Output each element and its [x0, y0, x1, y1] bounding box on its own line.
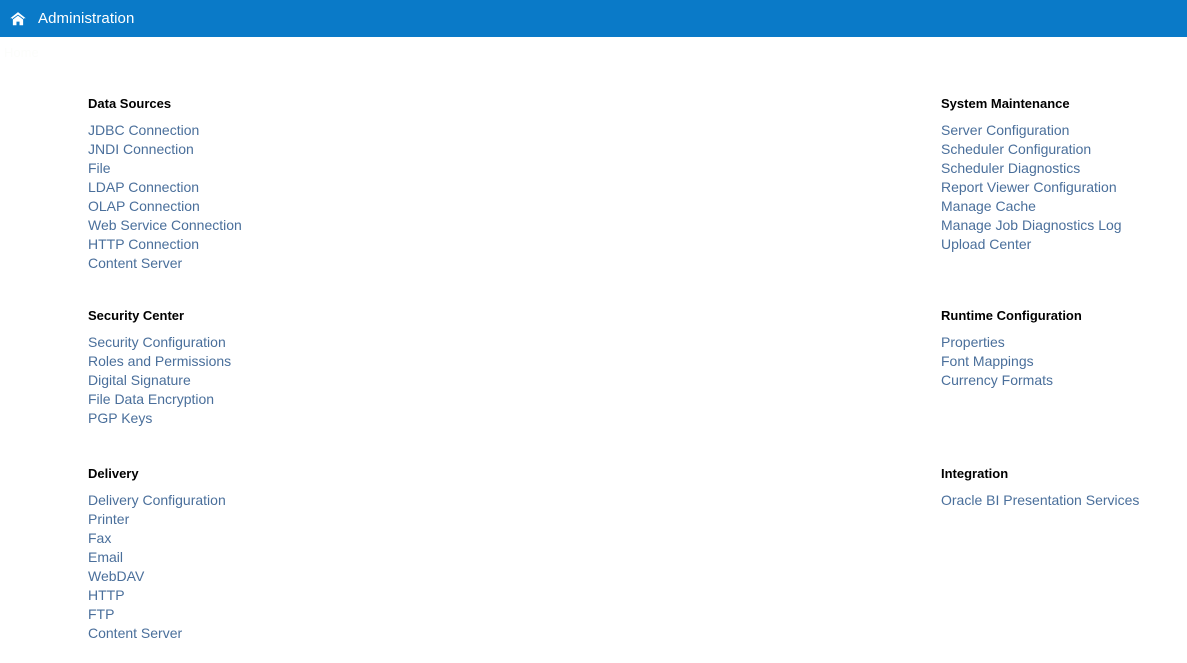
section-system-maintenance: System Maintenance Server Configuration … — [941, 96, 1122, 254]
link-delivery-configuration[interactable]: Delivery Configuration — [88, 491, 226, 509]
list-item: Web Service Connection — [88, 216, 242, 235]
link-ldap-connection[interactable]: LDAP Connection — [88, 178, 199, 196]
link-digital-signature[interactable]: Digital Signature — [88, 371, 191, 389]
list-item: LDAP Connection — [88, 178, 242, 197]
section-heading-system-maintenance: System Maintenance — [941, 96, 1070, 111]
admin-link-grid: Data Sources JDBC Connection JNDI Connec… — [0, 37, 1187, 663]
section-integration: Integration Oracle BI Presentation Servi… — [941, 466, 1139, 510]
link-upload-center[interactable]: Upload Center — [941, 235, 1031, 253]
link-manage-job-diagnostics-log[interactable]: Manage Job Diagnostics Log — [941, 216, 1122, 234]
link-list-runtime-configuration: Properties Font Mappings Currency Format… — [941, 333, 1082, 390]
link-list-delivery: Delivery Configuration Printer Fax Email… — [88, 491, 226, 643]
section-delivery: Delivery Delivery Configuration Printer … — [88, 466, 226, 643]
home-icon[interactable] — [8, 9, 28, 29]
link-content-server[interactable]: Content Server — [88, 254, 182, 272]
link-http-connection[interactable]: HTTP Connection — [88, 235, 199, 253]
link-font-mappings[interactable]: Font Mappings — [941, 352, 1034, 370]
list-item: Delivery Configuration — [88, 491, 226, 510]
list-item: Font Mappings — [941, 352, 1082, 371]
list-item: PGP Keys — [88, 409, 231, 428]
link-web-service-connection[interactable]: Web Service Connection — [88, 216, 242, 234]
link-webdav[interactable]: WebDAV — [88, 567, 144, 585]
link-scheduler-diagnostics[interactable]: Scheduler Diagnostics — [941, 159, 1080, 177]
link-file-data-encryption[interactable]: File Data Encryption — [88, 390, 214, 408]
list-item: WebDAV — [88, 567, 226, 586]
list-item: Email — [88, 548, 226, 567]
list-item: JDBC Connection — [88, 121, 242, 140]
link-report-viewer-configuration[interactable]: Report Viewer Configuration — [941, 178, 1117, 196]
section-heading-runtime-configuration: Runtime Configuration — [941, 308, 1082, 323]
link-properties[interactable]: Properties — [941, 333, 1005, 351]
link-currency-formats[interactable]: Currency Formats — [941, 371, 1053, 389]
list-item: Manage Cache — [941, 197, 1122, 216]
link-file[interactable]: File — [88, 159, 111, 177]
link-manage-cache[interactable]: Manage Cache — [941, 197, 1036, 215]
global-header: Administration — [0, 0, 1187, 37]
section-heading-integration: Integration — [941, 466, 1009, 481]
list-item: Server Configuration — [941, 121, 1122, 140]
link-olap-connection[interactable]: OLAP Connection — [88, 197, 200, 215]
link-list-data-sources: JDBC Connection JNDI Connection File LDA… — [88, 121, 242, 273]
link-email[interactable]: Email — [88, 548, 123, 566]
section-security-center: Security Center Security Configuration R… — [88, 308, 231, 428]
list-item: Properties — [941, 333, 1082, 352]
section-heading-data-sources: Data Sources — [88, 96, 172, 111]
link-jndi-connection[interactable]: JNDI Connection — [88, 140, 194, 158]
list-item: Scheduler Configuration — [941, 140, 1122, 159]
section-heading-security-center: Security Center — [88, 308, 185, 323]
list-item: HTTP Connection — [88, 235, 242, 254]
list-item: Printer — [88, 510, 226, 529]
list-item: Digital Signature — [88, 371, 231, 390]
link-list-integration: Oracle BI Presentation Services — [941, 491, 1139, 510]
list-item: Currency Formats — [941, 371, 1082, 390]
link-roles-and-permissions[interactable]: Roles and Permissions — [88, 352, 231, 370]
section-data-sources: Data Sources JDBC Connection JNDI Connec… — [88, 96, 242, 273]
list-item: FTP — [88, 605, 226, 624]
link-http[interactable]: HTTP — [88, 586, 125, 604]
link-list-security-center: Security Configuration Roles and Permiss… — [88, 333, 231, 428]
link-security-configuration[interactable]: Security Configuration — [88, 333, 226, 351]
link-printer[interactable]: Printer — [88, 510, 129, 528]
link-pgp-keys[interactable]: PGP Keys — [88, 409, 152, 427]
link-list-system-maintenance: Server Configuration Scheduler Configura… — [941, 121, 1122, 254]
link-oracle-bi-presentation-services[interactable]: Oracle BI Presentation Services — [941, 491, 1139, 509]
list-item: JNDI Connection — [88, 140, 242, 159]
list-item: Report Viewer Configuration — [941, 178, 1122, 197]
section-runtime-configuration: Runtime Configuration Properties Font Ma… — [941, 308, 1082, 390]
list-item: Oracle BI Presentation Services — [941, 491, 1139, 510]
list-item: Roles and Permissions — [88, 352, 231, 371]
list-item: HTTP — [88, 586, 226, 605]
list-item: OLAP Connection — [88, 197, 242, 216]
link-fax[interactable]: Fax — [88, 529, 111, 547]
link-scheduler-configuration[interactable]: Scheduler Configuration — [941, 140, 1091, 158]
list-item: Fax — [88, 529, 226, 548]
page-title: Administration — [38, 10, 135, 27]
list-item: File Data Encryption — [88, 390, 231, 409]
list-item: Security Configuration — [88, 333, 231, 352]
list-item: File — [88, 159, 242, 178]
list-item: Scheduler Diagnostics — [941, 159, 1122, 178]
link-jdbc-connection[interactable]: JDBC Connection — [88, 121, 199, 139]
list-item: Manage Job Diagnostics Log — [941, 216, 1122, 235]
link-server-configuration[interactable]: Server Configuration — [941, 121, 1069, 139]
list-item: Content Server — [88, 624, 226, 643]
link-ftp[interactable]: FTP — [88, 605, 114, 623]
list-item: Upload Center — [941, 235, 1122, 254]
list-item: Content Server — [88, 254, 242, 273]
link-delivery-content-server[interactable]: Content Server — [88, 624, 182, 642]
section-heading-delivery: Delivery — [88, 466, 139, 481]
